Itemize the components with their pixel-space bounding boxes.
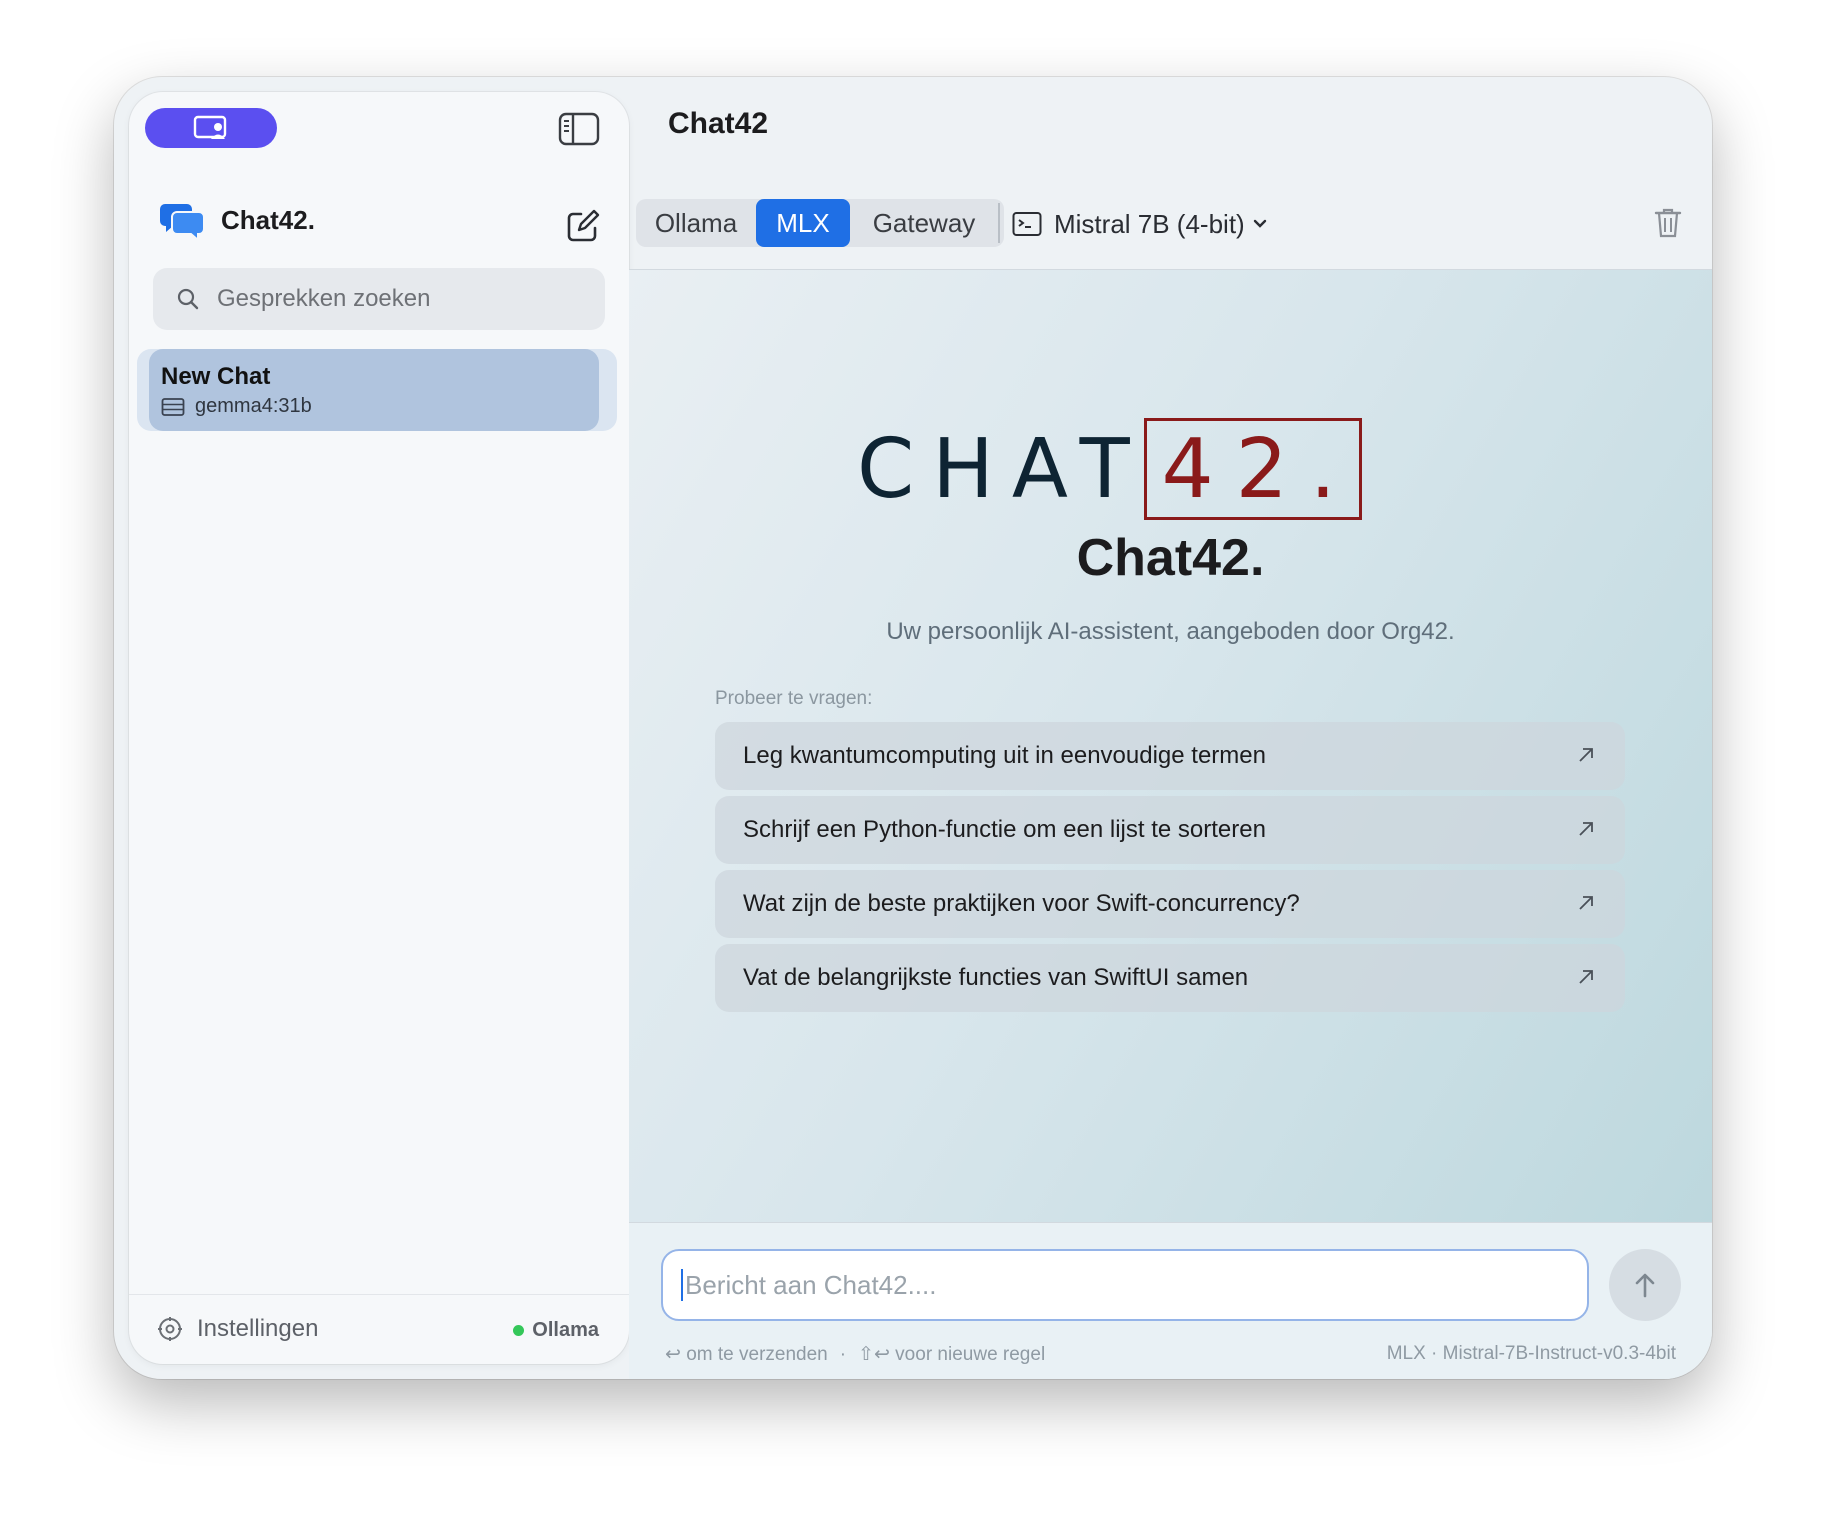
active-model-info: MLX · Mistral-7B-Instruct-v0.3-4bit [1386,1343,1676,1364]
settings-label: Instellingen [197,1315,319,1342]
tab-mlx[interactable]: MLX [756,199,850,247]
suggestion-text: Wat zijn de beste praktijken voor Swift-… [743,890,1300,917]
logo-number-box: 42. [1143,418,1362,520]
new-chat-button[interactable] [566,209,600,243]
chat-bubbles-icon [160,204,205,240]
arrow-up-right-icon [1579,822,1593,836]
tab-gateway[interactable]: Gateway [850,199,998,247]
search-icon [177,288,199,310]
message-placeholder: Bericht aan Chat42.... [685,1269,937,1300]
message-input[interactable]: Bericht aan Chat42.... [661,1249,1589,1321]
suggestion-card[interactable]: Schrijf een Python-functie om een lijst … [715,796,1625,864]
status-dot [513,1325,525,1336]
try-label: Probeer te vragen: [715,688,873,709]
chat-content: CHAT 42. Chat42. Uw persoonlijk AI-assis… [629,269,1712,1223]
welcome-title: Chat42. [1076,529,1265,587]
app-window: Chat42. Gesprekken zoeken New Chat gemma… [114,77,1712,1379]
brand: Chat42. [159,200,315,240]
profile-switch-button[interactable] [145,108,277,148]
tab-ollama[interactable]: Ollama [636,199,756,247]
terminal-icon [1012,212,1042,236]
suggestion-card[interactable]: Wat zijn de beste praktijken voor Swift-… [715,870,1625,938]
hint-separator: · [839,1343,847,1365]
arrow-up-icon [1635,1273,1655,1298]
search-placeholder: Gesprekken zoeken [217,285,431,312]
chat-model: gemma4:31b [161,395,312,418]
hint-send: ↩ om te verzenden [665,1344,828,1365]
gear-icon [158,1317,182,1341]
model-label: Mistral 7B (4-bit) [1054,208,1245,239]
hint-newline: ⇧↩ voor nieuwe regel [858,1344,1046,1365]
chat-title: New Chat [161,363,271,390]
trash-icon [1654,208,1682,238]
sidebar: Chat42. Gesprekken zoeken New Chat gemma… [129,92,629,1364]
provider-segmented-control: Ollama MLX Gateway [636,199,1004,247]
arrow-up-right-icon [1579,896,1593,910]
logo-number: 42. [1161,421,1358,517]
status-label: Ollama [532,1319,599,1341]
search-field[interactable]: Gesprekken zoeken [153,268,605,330]
composer: Bericht aan Chat42.... ↩ om te verzenden… [629,1222,1712,1379]
chat-model-label: gemma4:31b [195,395,312,417]
settings-button[interactable]: Instellingen [157,1315,318,1343]
suggestion-text: Vat de belangrijkste functies van SwiftU… [743,964,1249,991]
logo-word: CHAT [857,421,1148,517]
keyboard-hints: ↩ om te verzenden · ⇧↩ voor nieuwe regel [665,1343,1045,1366]
logo: CHAT 42. [857,418,1362,520]
model-icon [161,397,185,416]
compose-icon [567,209,600,242]
suggestion-card[interactable]: Vat de belangrijkste functies van SwiftU… [715,944,1625,1012]
arrow-up-right-icon [1579,748,1593,762]
sidebar-toggle-icon[interactable] [558,112,600,146]
suggestion-text: Schrijf een Python-functie om een lijst … [743,816,1266,843]
suggestion-text: Leg kwantumcomputing uit in eenvoudige t… [743,742,1266,769]
chevron-down-icon [1253,219,1266,228]
arrow-up-right-icon [1579,970,1593,984]
chat-list-item[interactable]: New Chat gemma4:31b [137,349,617,431]
sidebar-footer: Instellingen Ollama [129,1294,629,1365]
suggestion-card[interactable]: Leg kwantumcomputing uit in eenvoudige t… [715,722,1625,790]
page-title: Chat42 [668,107,769,140]
model-selector[interactable]: Mistral 7B (4-bit) [1012,204,1267,244]
send-button[interactable] [1609,1249,1681,1321]
brand-name: Chat42. [221,204,315,235]
status-indicator: Ollama [513,1319,599,1342]
delete-chat-button[interactable] [1654,207,1682,239]
segment-divider [998,203,1000,243]
text-caret [681,1269,683,1301]
person-screen-icon [193,115,227,139]
welcome-subtitle: Uw persoonlijk AI-assistent, aangeboden … [886,618,1455,645]
